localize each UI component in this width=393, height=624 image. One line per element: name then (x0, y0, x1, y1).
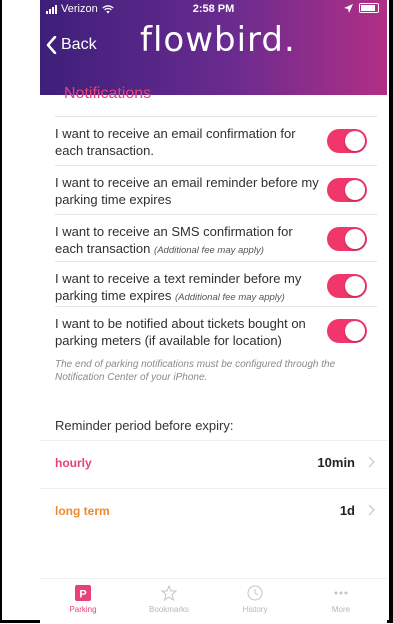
toggle-row-text: I want to be notified about tickets boug… (55, 315, 320, 349)
chevron-left-icon (46, 36, 57, 54)
toggle-note: (Additional fee may apply) (174, 292, 285, 303)
battery-icon (359, 3, 379, 13)
tab-label: Bookmarks (148, 605, 189, 614)
period-row-hourly[interactable]: hourly 10min (40, 440, 387, 485)
parking-icon: P (75, 585, 91, 601)
tab-label: More (331, 605, 351, 614)
email-reminder-toggle[interactable] (327, 178, 367, 202)
tab-label: History (242, 605, 268, 614)
email-confirmation-toggle[interactable] (327, 129, 367, 153)
text-reminder-toggle[interactable] (327, 274, 367, 298)
meter-tickets-toggle[interactable] (327, 319, 367, 343)
status-bar: Verizon 2:58 PM (40, 0, 387, 20)
tab-label: Parking (69, 605, 97, 614)
tab-bookmarks[interactable]: Bookmarks (134, 585, 204, 614)
brand-logo: flowbird. (140, 20, 296, 60)
notification-footnote: The end of parking notifications must be… (55, 359, 336, 383)
toggle-label: I want to be notified about tickets boug… (55, 316, 306, 348)
status-right (344, 3, 379, 13)
tab-history[interactable]: History (220, 585, 290, 614)
location-arrow-icon (344, 3, 353, 13)
period-value: 10min (317, 455, 355, 470)
toggle-note: (Additional fee may apply) (154, 245, 264, 256)
chevron-right-icon (368, 456, 375, 468)
tab-bar: P Parking Bookmarks History More (40, 578, 387, 624)
toggle-row-text: I want to receive a text reminder before… (55, 270, 320, 306)
tab-more[interactable]: More (306, 585, 376, 614)
status-time: 2:58 PM (192, 3, 235, 15)
back-label: Back (61, 36, 97, 53)
toggle-row-text: I want to receive an email confirmation … (55, 125, 320, 159)
toggle-row-meter-tickets: I want to be notified about tickets boug… (55, 306, 377, 353)
toggle-label: I want to receive an email confirmation … (55, 126, 296, 158)
right-frame-border (389, 0, 393, 623)
sms-confirmation-toggle[interactable] (327, 227, 367, 251)
toggle-row-text: I want to receive an email reminder befo… (55, 174, 320, 208)
period-row-long-term[interactable]: long term 1d (40, 488, 387, 533)
history-icon (247, 585, 263, 601)
phone-screen: Verizon 2:58 PM Back flowbird. Notificat… (40, 0, 387, 624)
reminder-period-label: Reminder period before expiry: (55, 418, 234, 433)
app-header: Verizon 2:58 PM Back flowbird. (40, 0, 387, 95)
toggle-label: I want to receive an email reminder befo… (55, 175, 319, 207)
toggle-row-text-reminder: I want to receive a text reminder before… (55, 261, 377, 307)
period-value: 1d (339, 503, 355, 518)
toggle-row-text: I want to receive an SMS confirmation fo… (55, 223, 320, 259)
more-icon (334, 591, 348, 595)
section-title: Notifications (64, 85, 152, 102)
bookmarks-icon (161, 585, 177, 601)
chevron-right-icon (368, 504, 375, 516)
period-name: long term (55, 504, 110, 518)
tab-parking[interactable]: P Parking (48, 585, 118, 614)
left-frame-border (0, 0, 2, 623)
toggle-row-email-confirmation: I want to receive an email confirmation … (55, 116, 377, 161)
period-name: hourly (55, 456, 92, 470)
toggle-row-email-reminder: I want to receive an email reminder befo… (55, 165, 377, 213)
toggle-row-sms-confirmation: I want to receive an SMS confirmation fo… (55, 214, 377, 262)
back-button[interactable]: Back (46, 36, 97, 54)
svg-text:P: P (79, 589, 86, 601)
